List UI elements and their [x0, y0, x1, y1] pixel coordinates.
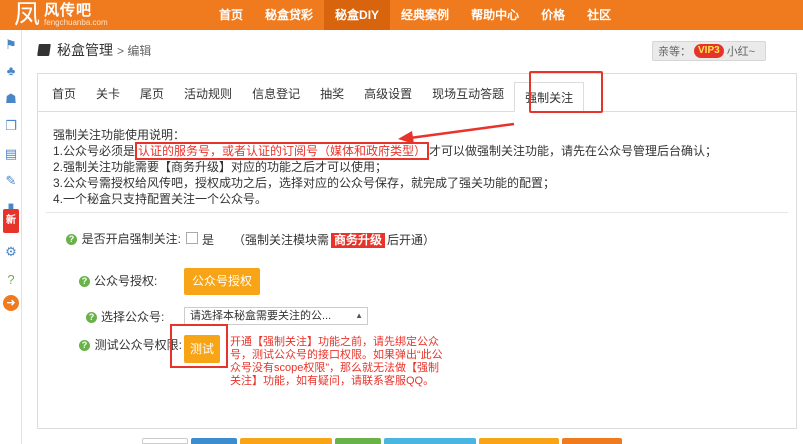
logo-mark: 凤: [14, 0, 41, 30]
cube-icon: [37, 44, 51, 56]
tag-icon[interactable]: ✎: [3, 173, 19, 189]
chevron-down-icon: ▲: [355, 311, 363, 320]
nav-item-diy[interactable]: 秘盒DIY: [324, 0, 391, 30]
bottom-button-3[interactable]: [240, 438, 332, 444]
new-badge[interactable]: 新: [3, 209, 19, 233]
logo-domain: fengchuanba.com: [44, 18, 108, 27]
user-prefix: 亲等：: [658, 46, 691, 58]
people-icon[interactable]: ☗: [3, 91, 19, 107]
tab-force-follow[interactable]: 强制关注: [514, 82, 585, 112]
auth-label: 公众号授权:: [94, 274, 158, 288]
bottom-button-2[interactable]: [191, 438, 237, 444]
logo-name: 风传吧: [44, 2, 93, 19]
help-icon[interactable]: ?: [86, 312, 97, 323]
tab-live-quiz[interactable]: 现场互动答题: [422, 73, 514, 111]
arrow-circle-icon[interactable]: ➜: [3, 295, 19, 311]
tab-end-page[interactable]: 尾页: [130, 73, 174, 111]
top-navbar: 凤 风传吧 fengchuanba.com 首页 秘盒贷彩 秘盒DIY 经典案例…: [0, 0, 803, 30]
red-arrow-icon: [398, 122, 515, 142]
account-select[interactable]: 请选择本秘盒需要关注的公... ▲: [184, 307, 368, 325]
sidebar: ⚑ ♣ ☗ ❐ ▤ ✎ ▮ 新 ⚙ ? ➜: [0, 30, 22, 444]
tab-lottery[interactable]: 抽奖: [310, 73, 354, 111]
select-row: ? 选择公众号:: [86, 310, 164, 325]
test-note: 开通【强制关注】功能之前，请先绑定公众号，测试公众号的接口权限。如果弹出“此公众…: [230, 336, 443, 387]
authorize-button[interactable]: 公众号授权: [184, 268, 260, 295]
nav-item-loans[interactable]: 秘盒贷彩: [254, 0, 324, 30]
instruction-line-1: 1.公众号必须是 认证的服务号，或者认证的订阅号（媒体和政府类型） 才可以做强制关注…: [53, 142, 718, 160]
help-icon[interactable]: ?: [79, 340, 90, 351]
auth-row: ? 公众号授权:: [79, 274, 157, 289]
logo[interactable]: 凤 风传吧 fengchuanba.com: [14, 0, 108, 30]
instruction-line-3: 3.公众号需授权给风传吧，授权成功之后，选择对应的公众号保存，就完成了强关功能的…: [53, 176, 556, 190]
instruction-line-2: 2.强制关注功能需要【商务升级】对应的功能之后才可以使用；: [53, 160, 388, 174]
nav-item-price[interactable]: 价格: [530, 0, 576, 30]
tab-advanced[interactable]: 高级设置: [354, 73, 422, 111]
test-button[interactable]: 测试: [184, 335, 220, 363]
bottom-button-1[interactable]: [142, 438, 188, 444]
highlighted-requirement: 认证的服务号，或者认证的订阅号（媒体和政府类型）: [135, 142, 430, 160]
bottom-buttons: [142, 438, 622, 444]
bottom-button-6[interactable]: [479, 438, 559, 444]
window-icon[interactable]: ❐: [3, 118, 19, 134]
bottom-button-7[interactable]: [562, 438, 622, 444]
enable-row: ? 是否开启强制关注:: [66, 232, 181, 247]
business-upgrade-badge[interactable]: 商务升级: [331, 233, 386, 248]
tab-bar: 首页 关卡 尾页 活动规则 信息登记 抽奖 高级设置 现场互动答题 强制关注: [38, 74, 796, 112]
instruction-line-4: 4.一个秘盒只支持配置关注一个公众号。: [53, 192, 268, 206]
nav-item-community[interactable]: 社区: [576, 0, 622, 30]
page-title: 秘盒管理: [57, 42, 113, 58]
nav-item-help[interactable]: 帮助中心: [460, 0, 530, 30]
question-icon[interactable]: ?: [3, 272, 19, 288]
nav-item-cases[interactable]: 经典案例: [390, 0, 460, 30]
tab-registration[interactable]: 信息登记: [242, 73, 310, 111]
tab-rules[interactable]: 活动规则: [174, 73, 242, 111]
bottom-button-5[interactable]: [384, 438, 476, 444]
test-label: 测试公众号权限:: [94, 338, 182, 352]
vip-badge: VIP3: [694, 44, 724, 58]
bottom-button-4[interactable]: [335, 438, 381, 444]
tab-levels[interactable]: 关卡: [86, 73, 130, 111]
select-label: 选择公众号:: [101, 310, 165, 324]
user-menu[interactable]: 亲等： VIP3 小红~: [652, 41, 766, 61]
help-icon[interactable]: ?: [66, 234, 77, 245]
breadcrumb[interactable]: > 编辑: [117, 42, 151, 59]
tab-home[interactable]: 首页: [42, 73, 86, 111]
main-nav: 首页 秘盒贷彩 秘盒DIY 经典案例 帮助中心 价格 社区: [208, 0, 622, 30]
enable-label: 是否开启强制关注:: [81, 232, 181, 246]
test-row: ? 测试公众号权限:: [79, 338, 182, 353]
help-icon[interactable]: ?: [79, 276, 90, 287]
user-name: 小红~: [726, 46, 756, 58]
enable-option-label[interactable]: 是: [202, 231, 214, 248]
film-icon[interactable]: ▤: [3, 146, 19, 162]
enable-note: （强制关注模块需 商务升级 后开通）: [233, 233, 436, 248]
nav-item-home[interactable]: 首页: [208, 0, 254, 30]
divider: [46, 212, 788, 213]
gears-icon[interactable]: ⚙: [3, 244, 19, 260]
page-header: 秘盒管理 > 编辑: [37, 40, 151, 60]
enable-checkbox[interactable]: [186, 232, 198, 244]
tree-icon[interactable]: ♣: [3, 63, 19, 79]
flag-icon[interactable]: ⚑: [3, 37, 19, 53]
